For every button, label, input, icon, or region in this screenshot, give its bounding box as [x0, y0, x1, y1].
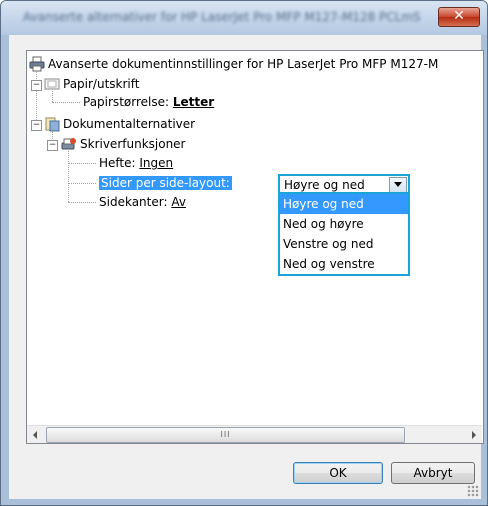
collapse-toggle-docopts[interactable]: −: [31, 120, 42, 131]
cancel-button[interactable]: Avbryt: [391, 462, 475, 484]
tree-root-label: Avanserte dokumentinnstillinger for HP L…: [48, 57, 439, 71]
resize-grip-icon[interactable]: [467, 485, 479, 497]
printer-features-icon: [61, 138, 76, 150]
tree-item-booklet[interactable]: Hefte: Ingen: [99, 154, 173, 172]
tree-item-page-borders[interactable]: Sidekanter: Av: [99, 193, 186, 211]
dialog-window: Avanserte alternativer for HP LaserJet P…: [0, 0, 488, 506]
close-button[interactable]: ✕: [438, 7, 480, 27]
chevron-down-icon[interactable]: [389, 177, 407, 193]
title-bar[interactable]: Avanserte alternativer for HP LaserJet P…: [1, 1, 487, 35]
pages-per-side-combo[interactable]: Høyre og ned: [278, 174, 410, 194]
booklet-value[interactable]: Ingen: [139, 156, 173, 170]
tree-line: [52, 102, 80, 103]
document-options-icon: [45, 117, 60, 132]
scroll-right-icon[interactable]: [465, 426, 482, 443]
paper-icon: [44, 78, 60, 90]
tree-line: [68, 151, 69, 202]
booklet-label: Hefte:: [99, 156, 140, 170]
tree-line: [36, 89, 37, 120]
tree-item-pages-per-side[interactable]: Sider per side-layout:: [99, 174, 232, 192]
dialog-client: Avanserte dokumentinnstillinger for HP L…: [9, 35, 484, 499]
pages-per-side-listbox[interactable]: Høyre og ned Ned og høyre Venstre og ned…: [278, 192, 410, 276]
page-borders-value[interactable]: Av: [171, 195, 186, 209]
docopts-label: Dokumentalternativer: [63, 117, 196, 131]
combo-selected-value: Høyre og ned: [284, 178, 365, 192]
window-title: Avanserte alternativer for HP LaserJet P…: [23, 10, 421, 24]
collapse-toggle-paper[interactable]: −: [31, 80, 42, 91]
tree-line: [68, 202, 96, 203]
scroll-left-icon[interactable]: [27, 426, 44, 443]
printer-icon: [29, 56, 45, 72]
paper-size-value[interactable]: Letter: [173, 95, 214, 109]
paper-label: Papir/utskrift: [63, 77, 140, 91]
tree-line: [68, 183, 96, 184]
tree-item-paper-size[interactable]: Papirstørrelse: Letter: [83, 93, 214, 111]
dropdown-option[interactable]: Ned og venstre: [280, 254, 408, 274]
dropdown-option[interactable]: Høyre og ned: [280, 194, 408, 214]
pages-per-side-label[interactable]: Sider per side-layout:: [99, 176, 232, 190]
tree-line: [68, 163, 96, 164]
scrollbar-thumb[interactable]: III: [46, 427, 405, 443]
tree-line: [52, 91, 53, 102]
dropdown-option[interactable]: Ned og høyre: [280, 214, 408, 234]
page-borders-label: Sidekanter:: [99, 195, 172, 209]
horizontal-scrollbar[interactable]: III: [27, 425, 482, 443]
paper-size-label: Papirstørrelse:: [83, 95, 173, 109]
collapse-toggle-printer-features[interactable]: −: [47, 140, 58, 151]
dropdown-option[interactable]: Venstre og ned: [280, 234, 408, 254]
ok-button[interactable]: OK: [293, 462, 383, 484]
printer-features-label: Skriverfunksjoner: [80, 137, 186, 151]
settings-tree: Avanserte dokumentinnstillinger for HP L…: [26, 50, 484, 444]
